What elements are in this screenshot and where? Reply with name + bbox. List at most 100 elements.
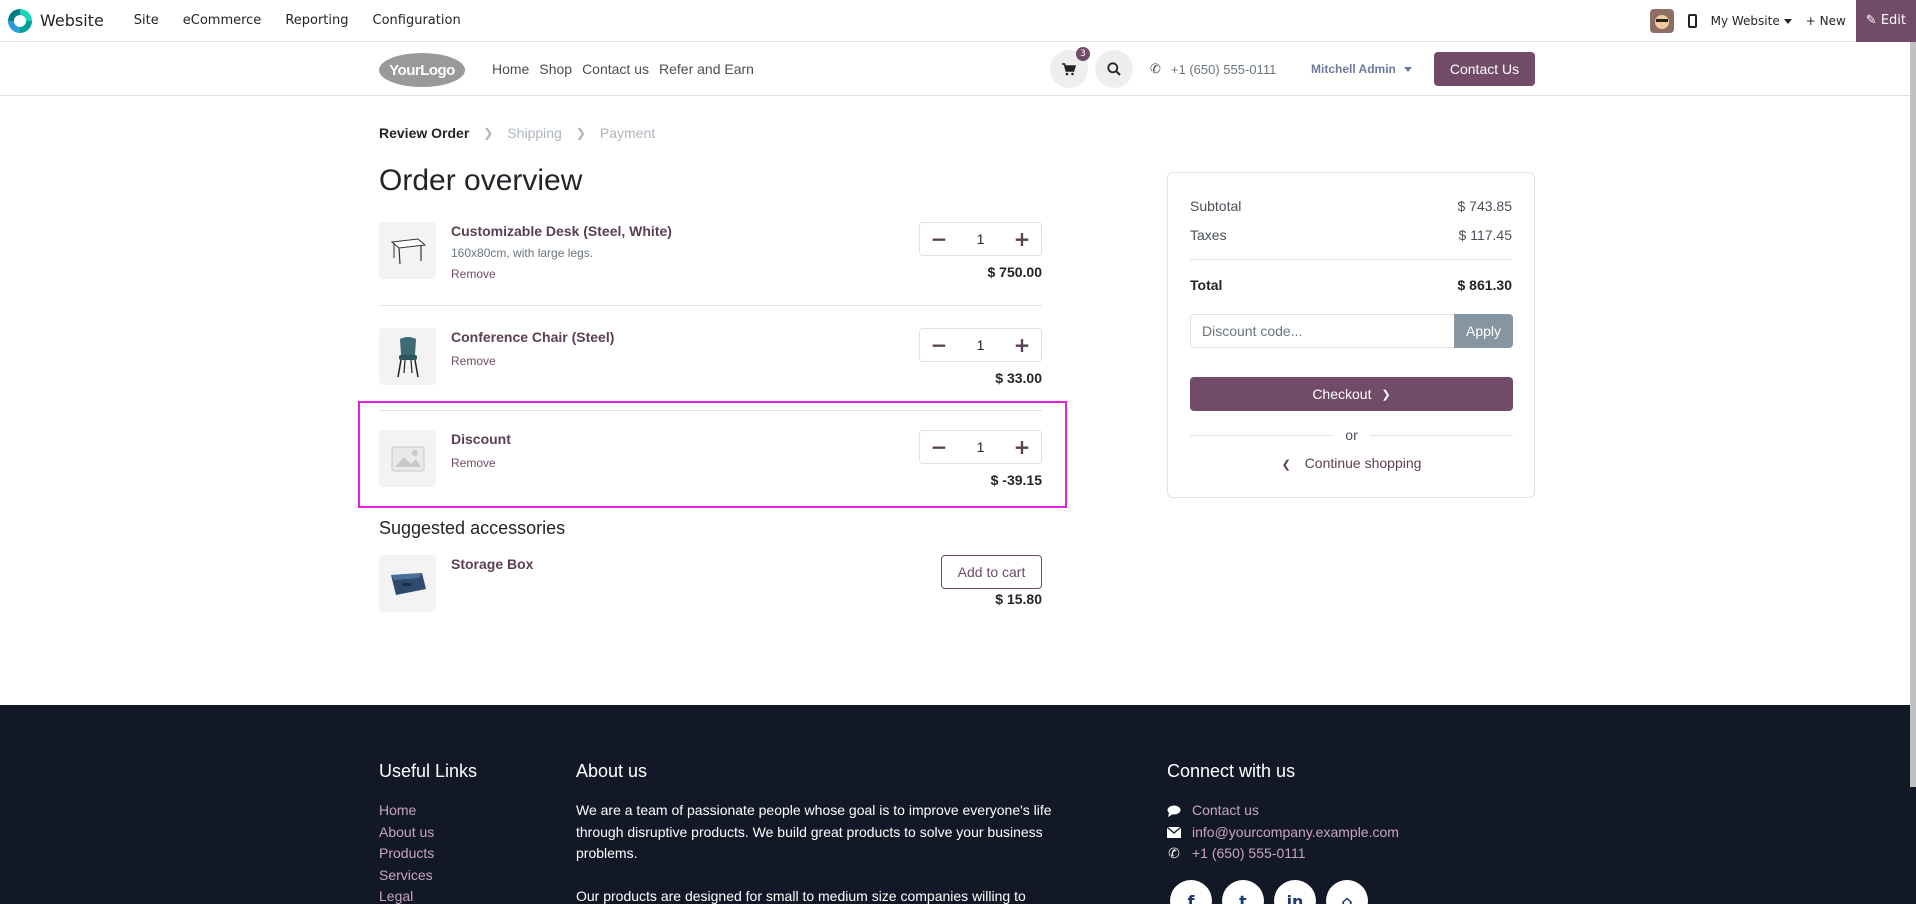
footer-about-title: About us xyxy=(576,761,648,781)
footer-link-services[interactable]: Services xyxy=(379,865,434,887)
cart-button[interactable]: 3 xyxy=(1050,47,1090,88)
taxes-row: Taxes $ 117.45 xyxy=(1190,227,1512,243)
linkedin-icon[interactable]: in xyxy=(1274,880,1316,904)
line-price: $ 750.00 xyxy=(987,264,1043,280)
pencil-icon: ✎ xyxy=(1865,13,1877,28)
footer-email[interactable]: info@yourcompany.example.com xyxy=(1167,822,1399,844)
product-image[interactable] xyxy=(379,328,436,385)
cart-count-badge: 3 xyxy=(1076,47,1090,61)
total-value: $ 861.30 xyxy=(1457,277,1513,293)
product-price: $ 15.80 xyxy=(995,591,1042,607)
search-icon xyxy=(1107,62,1121,76)
user-menu-name: Mitchell Admin xyxy=(1311,62,1396,76)
footer-contact-us[interactable]: Contact us xyxy=(1167,800,1399,822)
menu-reporting[interactable]: Reporting xyxy=(273,0,360,42)
menu-site[interactable]: Site xyxy=(122,0,171,42)
chevron-left-icon: ❮ xyxy=(1281,459,1291,471)
quantity-value[interactable]: 1 xyxy=(977,231,985,247)
product-image[interactable] xyxy=(379,555,436,612)
footer-about-paragraph: Our products are designed for small to m… xyxy=(576,887,1026,904)
product-image[interactable] xyxy=(379,222,436,279)
step-payment: Payment xyxy=(599,125,656,141)
envelope-icon xyxy=(1167,826,1181,838)
nav-home[interactable]: Home xyxy=(492,61,529,77)
footer-link-about-us[interactable]: About us xyxy=(379,822,434,844)
product-name[interactable]: Storage Box xyxy=(451,556,533,572)
discount-code-input[interactable] xyxy=(1190,314,1454,348)
search-button[interactable] xyxy=(1095,50,1133,88)
desk-image xyxy=(390,237,426,264)
product-name[interactable]: Conference Chair (Steel) xyxy=(451,329,614,345)
footer-phone-number: +1 (650) 555-0111 xyxy=(1192,845,1306,861)
footer-contact-us-label: Contact us xyxy=(1192,802,1259,818)
total-label: Total xyxy=(1190,277,1223,293)
footer-email-address: info@yourcompany.example.com xyxy=(1192,823,1399,840)
subtotal-value: $ 743.85 xyxy=(1457,198,1513,214)
chair-image xyxy=(396,336,419,377)
separator-line xyxy=(1369,434,1514,436)
apply-discount-button[interactable]: Apply xyxy=(1454,314,1513,348)
edit-button-label: Edit xyxy=(1880,13,1906,28)
facebook-icon[interactable]: f xyxy=(1170,880,1212,904)
increase-quantity-button[interactable]: + xyxy=(1003,329,1041,361)
app-brand[interactable]: Website xyxy=(0,0,104,42)
contact-us-button[interactable]: Contact Us xyxy=(1434,52,1535,86)
taxes-label: Taxes xyxy=(1190,227,1227,243)
comment-icon xyxy=(1167,805,1181,817)
separator-line xyxy=(1190,434,1334,436)
user-menu[interactable]: Mitchell Admin xyxy=(1311,42,1412,96)
admin-menu: Site eCommerce Reporting Configuration xyxy=(122,0,473,42)
checkout-button-label: Checkout xyxy=(1312,386,1372,402)
phone-icon: ✆ xyxy=(1150,61,1161,76)
increase-quantity-button[interactable]: + xyxy=(1003,223,1041,255)
nav-refer-and-earn[interactable]: Refer and Earn xyxy=(659,61,754,77)
cart-line: Customizable Desk (Steel, White) 160x80c… xyxy=(379,222,1042,282)
decrease-quantity-button[interactable]: − xyxy=(920,329,958,361)
twitter-icon[interactable]: t xyxy=(1222,880,1264,904)
phone-icon: ✆ xyxy=(1168,845,1180,861)
cart-icon xyxy=(1062,62,1076,75)
summary-divider xyxy=(1190,259,1512,260)
chevron-down-icon xyxy=(1783,18,1792,24)
admin-right-controls: My Website + New ✎ Edit xyxy=(1649,0,1916,42)
chevron-down-icon xyxy=(1403,66,1412,72)
checkout-button[interactable]: Checkout ❯ xyxy=(1190,377,1513,411)
suggested-item: Storage Box Add to cart $ 15.80 xyxy=(379,555,1042,615)
menu-ecommerce[interactable]: eCommerce xyxy=(171,0,274,42)
website-switcher[interactable]: My Website xyxy=(1711,14,1792,28)
site-logo-text: YourLogo xyxy=(389,61,455,79)
quantity-value[interactable]: 1 xyxy=(977,337,985,353)
remove-link[interactable]: Remove xyxy=(451,267,496,281)
edit-button[interactable]: ✎ Edit xyxy=(1855,0,1916,42)
product-description: 160x80cm, with large legs. xyxy=(451,246,594,260)
mobile-preview-icon[interactable] xyxy=(1687,14,1697,28)
footer-connect-title: Connect with us xyxy=(1167,761,1296,781)
chevron-right-icon: ❯ xyxy=(575,126,586,140)
footer-link-products[interactable]: Products xyxy=(379,843,434,865)
highlight-box xyxy=(358,401,1067,508)
header-phone[interactable]: ✆ +1 (650) 555-0111 xyxy=(1150,42,1276,96)
continue-shopping-link[interactable]: ❮ Continue shopping xyxy=(1190,455,1513,471)
user-avatar[interactable] xyxy=(1649,9,1674,33)
add-to-cart-button[interactable]: Add to cart xyxy=(941,555,1042,589)
suggested-accessories-title: Suggested accessories xyxy=(379,518,566,538)
nav-shop[interactable]: Shop xyxy=(539,61,572,77)
site-logo[interactable]: YourLogo xyxy=(379,53,465,87)
or-label: or xyxy=(1345,427,1358,443)
menu-configuration[interactable]: Configuration xyxy=(361,0,473,42)
footer-link-legal[interactable]: Legal xyxy=(379,886,434,904)
footer-phone[interactable]: ✆ +1 (650) 555-0111 xyxy=(1167,843,1399,865)
page-scrollbar[interactable] xyxy=(1910,42,1916,787)
header-phone-number: +1 (650) 555-0111 xyxy=(1170,61,1277,77)
chevron-right-icon: ❯ xyxy=(1381,388,1391,401)
home-icon[interactable]: ⌂ xyxy=(1326,880,1368,904)
footer-link-home[interactable]: Home xyxy=(379,800,434,822)
decrease-quantity-button[interactable]: − xyxy=(920,223,958,255)
step-review-order: Review Order xyxy=(379,125,470,141)
site-header: YourLogo Home Shop Contact us Refer and … xyxy=(0,42,1916,96)
line-divider xyxy=(379,305,1042,306)
nav-contact-us[interactable]: Contact us xyxy=(582,61,649,77)
remove-link[interactable]: Remove xyxy=(451,354,496,368)
new-button[interactable]: + New xyxy=(1806,14,1846,28)
product-name[interactable]: Customizable Desk (Steel, White) xyxy=(451,223,672,239)
